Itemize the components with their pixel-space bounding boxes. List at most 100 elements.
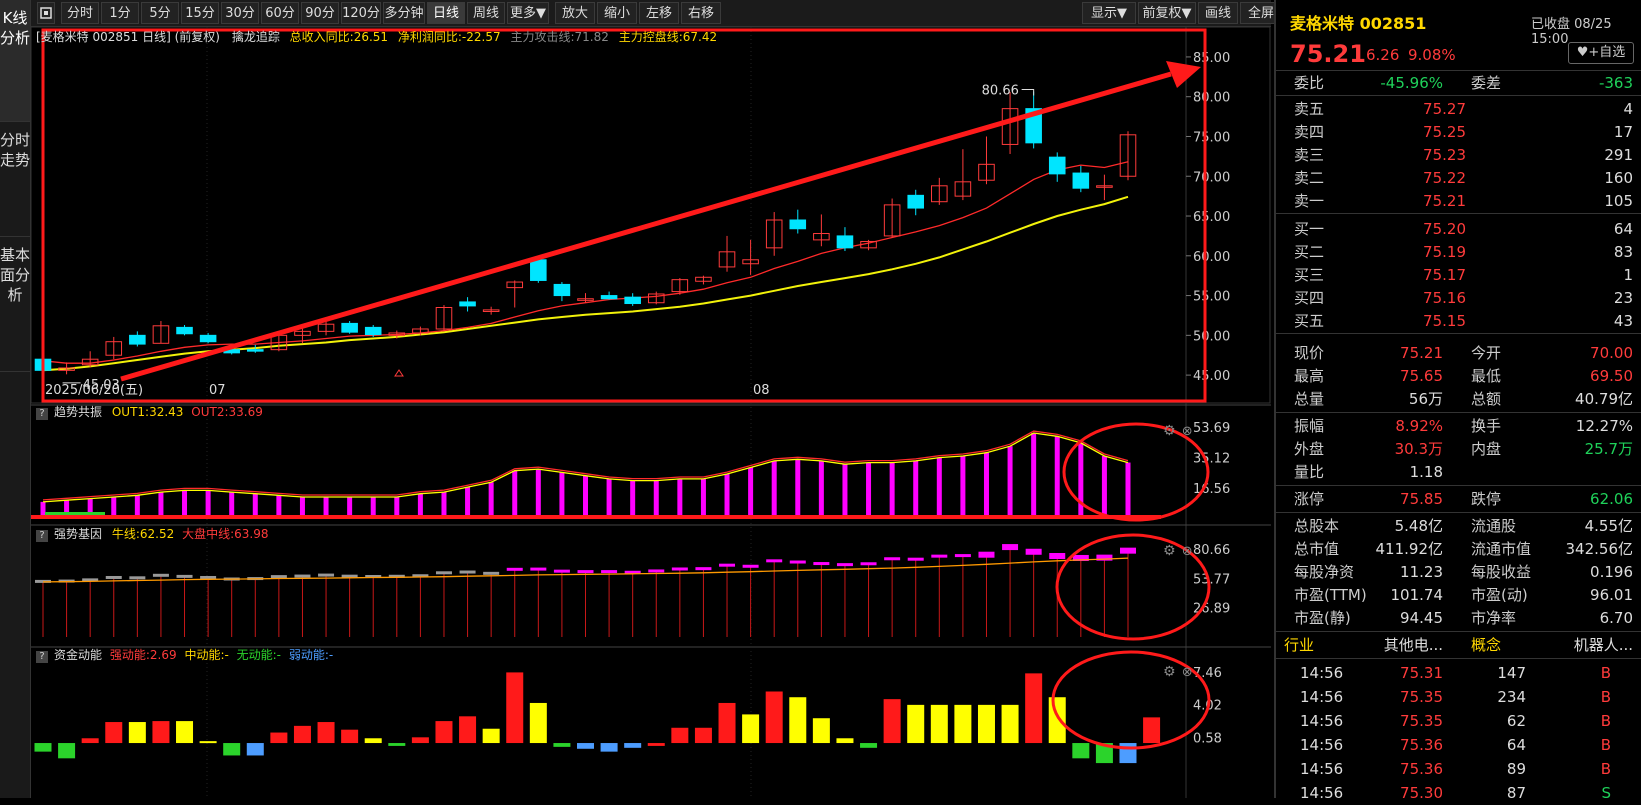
tick-price: 75.36 bbox=[1400, 736, 1443, 754]
tick-row: 14:56 75.35 234 B bbox=[1276, 685, 1641, 709]
gene-panel-controls: ⚙ ⊗ bbox=[1163, 543, 1193, 559]
capital-bar bbox=[883, 699, 901, 744]
candle-body bbox=[530, 259, 547, 281]
tick-time: 14:56 bbox=[1300, 664, 1344, 682]
period-button[interactable]: 30分 bbox=[221, 2, 259, 24]
period-button[interactable]: 90分 bbox=[301, 2, 339, 24]
candle-body bbox=[459, 301, 476, 307]
capital-medium: 中动能:- bbox=[184, 648, 229, 662]
candle-body bbox=[1072, 172, 1090, 189]
ask-price: 75.25 bbox=[1423, 123, 1466, 141]
trend-axis-label: 35.12 bbox=[1193, 451, 1230, 466]
gene-block bbox=[152, 573, 169, 577]
close-icon[interactable]: ⊗ bbox=[1182, 665, 1193, 680]
gene-block bbox=[719, 563, 736, 567]
capital-bar bbox=[907, 704, 925, 744]
heart-icon: ♥ bbox=[1576, 45, 1589, 60]
add-watchlist-button[interactable]: ♥+自选 bbox=[1568, 42, 1634, 64]
bid-label: 买五 bbox=[1294, 312, 1325, 330]
gear-icon[interactable]: ⚙ bbox=[1163, 664, 1176, 680]
tab-intraday[interactable]: 分时走势 bbox=[0, 122, 30, 237]
tick-side: B bbox=[1600, 736, 1611, 754]
trend-bar bbox=[111, 496, 117, 515]
period-button[interactable]: 15分 bbox=[181, 2, 219, 24]
close-icon[interactable]: ⊗ bbox=[1182, 424, 1193, 439]
capital-bar bbox=[529, 702, 547, 744]
toolbar-right-button[interactable]: 画线 bbox=[1198, 2, 1238, 24]
trend-bar bbox=[583, 475, 588, 515]
tick-price: 75.35 bbox=[1400, 712, 1443, 730]
trend-bar bbox=[347, 496, 353, 515]
candle bbox=[58, 362, 75, 375]
bid-label: 买三 bbox=[1294, 266, 1325, 284]
period-button[interactable]: 分时 bbox=[61, 2, 99, 24]
gene-block bbox=[435, 571, 452, 575]
gene-block bbox=[129, 576, 146, 580]
capital-panel-name[interactable]: 资金动能 bbox=[54, 648, 102, 662]
help-icon[interactable]: ? bbox=[36, 408, 48, 420]
close-icon[interactable]: ⊗ bbox=[1182, 544, 1193, 559]
candle-body bbox=[176, 326, 193, 335]
trend-bar bbox=[252, 493, 258, 515]
trend-bar bbox=[983, 452, 989, 515]
gear-icon[interactable]: ⚙ bbox=[1163, 423, 1176, 439]
trend-bar bbox=[276, 495, 282, 515]
period-button[interactable]: 120分 bbox=[341, 2, 381, 24]
period-button[interactable]: 周线 bbox=[467, 2, 505, 24]
tick-row: 14:56 75.31 147 B bbox=[1276, 661, 1641, 685]
gene-panel-name[interactable]: 强势基因 bbox=[54, 527, 102, 541]
period-button[interactable]: 60分 bbox=[261, 2, 299, 24]
tick-volume: 89 bbox=[1506, 760, 1526, 778]
trend-bar bbox=[889, 462, 895, 515]
collapse-icon[interactable] bbox=[37, 2, 55, 24]
indicator-name[interactable]: 擒龙追踪 bbox=[232, 30, 280, 44]
chart-action-button[interactable]: 缩小 bbox=[597, 2, 637, 24]
stat-label: 总量 bbox=[1294, 390, 1325, 408]
capital-bar bbox=[223, 743, 241, 756]
chart-title: [麦格米特 002851 日线] (前复权) bbox=[36, 30, 220, 44]
trend-panel-name[interactable]: 趋势共振 bbox=[54, 405, 102, 419]
price-axis-label: 85.00 bbox=[1193, 51, 1230, 66]
gene-block bbox=[200, 575, 217, 579]
help-icon[interactable]: ? bbox=[36, 530, 48, 542]
capital-bar bbox=[152, 721, 170, 744]
trend-bar bbox=[134, 495, 140, 515]
trend-bar bbox=[866, 462, 872, 515]
ask-row: 卖三 75.23 291 bbox=[1276, 143, 1641, 167]
gene-axis-label: 53.77 bbox=[1193, 572, 1230, 587]
chart-action-button[interactable]: 右移 bbox=[681, 2, 721, 24]
toolbar-right-button[interactable]: 前复权▼ bbox=[1138, 2, 1196, 24]
trend-bar bbox=[936, 457, 942, 515]
tab-fundamentals[interactable]: 基本面分析 bbox=[0, 237, 30, 372]
chart-action-button[interactable]: 放大 bbox=[555, 2, 595, 24]
trend-bar bbox=[394, 496, 400, 515]
trend-bar bbox=[748, 467, 754, 515]
candle bbox=[931, 177, 948, 205]
stat-label: 跌停 bbox=[1471, 490, 1502, 508]
period-button[interactable]: 更多▼ bbox=[507, 2, 549, 24]
stat-label: 市净率 bbox=[1471, 609, 1517, 627]
period-button[interactable]: 1分 bbox=[101, 2, 139, 24]
capital-bar bbox=[1143, 717, 1161, 744]
trend-bar bbox=[512, 470, 518, 515]
period-button[interactable]: 多分钟 bbox=[383, 2, 425, 24]
toolbar-right-button[interactable]: 显示▼ bbox=[1082, 2, 1136, 24]
capital-bar bbox=[58, 743, 76, 759]
candle bbox=[199, 332, 217, 344]
period-button[interactable]: 日线 bbox=[427, 2, 465, 24]
help-icon[interactable]: ? bbox=[36, 651, 48, 663]
capital-bar bbox=[600, 743, 618, 752]
tick-time: 14:56 bbox=[1300, 784, 1344, 802]
period-button[interactable]: 5分 bbox=[141, 2, 179, 24]
control-line-value: 主力控盘线:67.42 bbox=[618, 30, 718, 44]
chart-action-button[interactable]: 左移 bbox=[639, 2, 679, 24]
candle bbox=[553, 282, 571, 302]
tab-kline[interactable]: K线分析 bbox=[0, 0, 30, 122]
gear-icon[interactable]: ⚙ bbox=[1163, 543, 1176, 559]
stat-label: 外盘 bbox=[1294, 440, 1325, 458]
stat-value: 342.56亿 bbox=[1565, 540, 1634, 558]
candle bbox=[765, 212, 783, 256]
tick-volume: 64 bbox=[1506, 736, 1526, 754]
date-label: 07 bbox=[209, 383, 226, 398]
main-panel-frame bbox=[30, 26, 1271, 404]
